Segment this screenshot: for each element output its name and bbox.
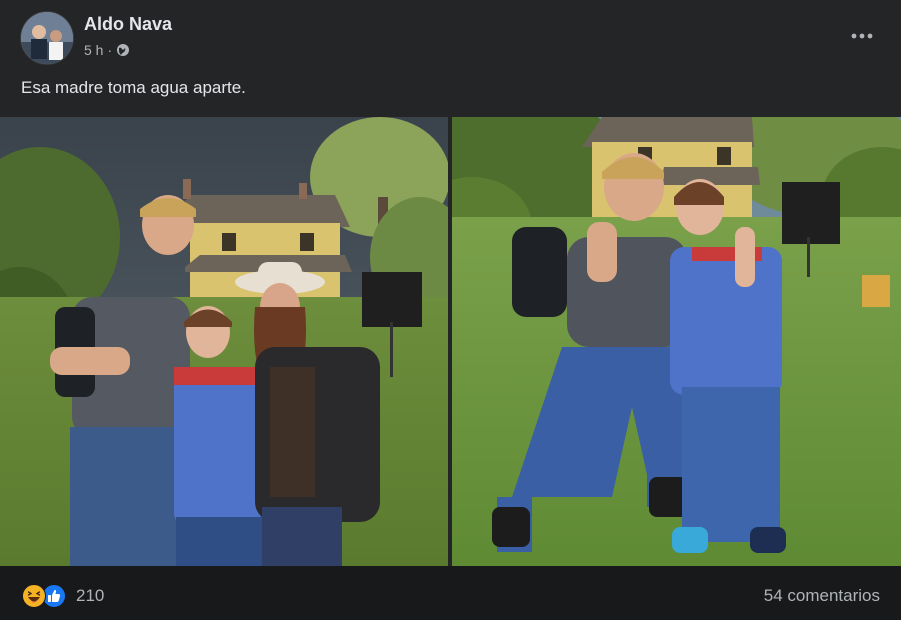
author-name[interactable]: Aldo Nava: [84, 14, 172, 35]
post-time[interactable]: 5 h: [84, 42, 103, 58]
more-options-icon[interactable]: [845, 24, 879, 48]
comments-count-link[interactable]: 54 comentarios: [764, 586, 880, 606]
post-text: Esa madre toma agua aparte.: [21, 78, 246, 97]
meta-separator: ·: [107, 42, 113, 58]
post-header: Aldo Nava 5 h ·: [0, 0, 901, 70]
globe-icon[interactable]: [116, 43, 130, 57]
photo-grid: [0, 117, 901, 566]
reaction-count: 210: [76, 586, 105, 605]
photo-left[interactable]: [0, 117, 448, 566]
haha-icon: [22, 584, 46, 608]
post-footer: 210 54 comentarios: [0, 566, 901, 620]
post-meta: 5 h ·: [84, 42, 130, 58]
photo-right[interactable]: [452, 117, 901, 566]
author-avatar[interactable]: [21, 12, 73, 64]
reactions-summary[interactable]: 210: [22, 584, 104, 608]
